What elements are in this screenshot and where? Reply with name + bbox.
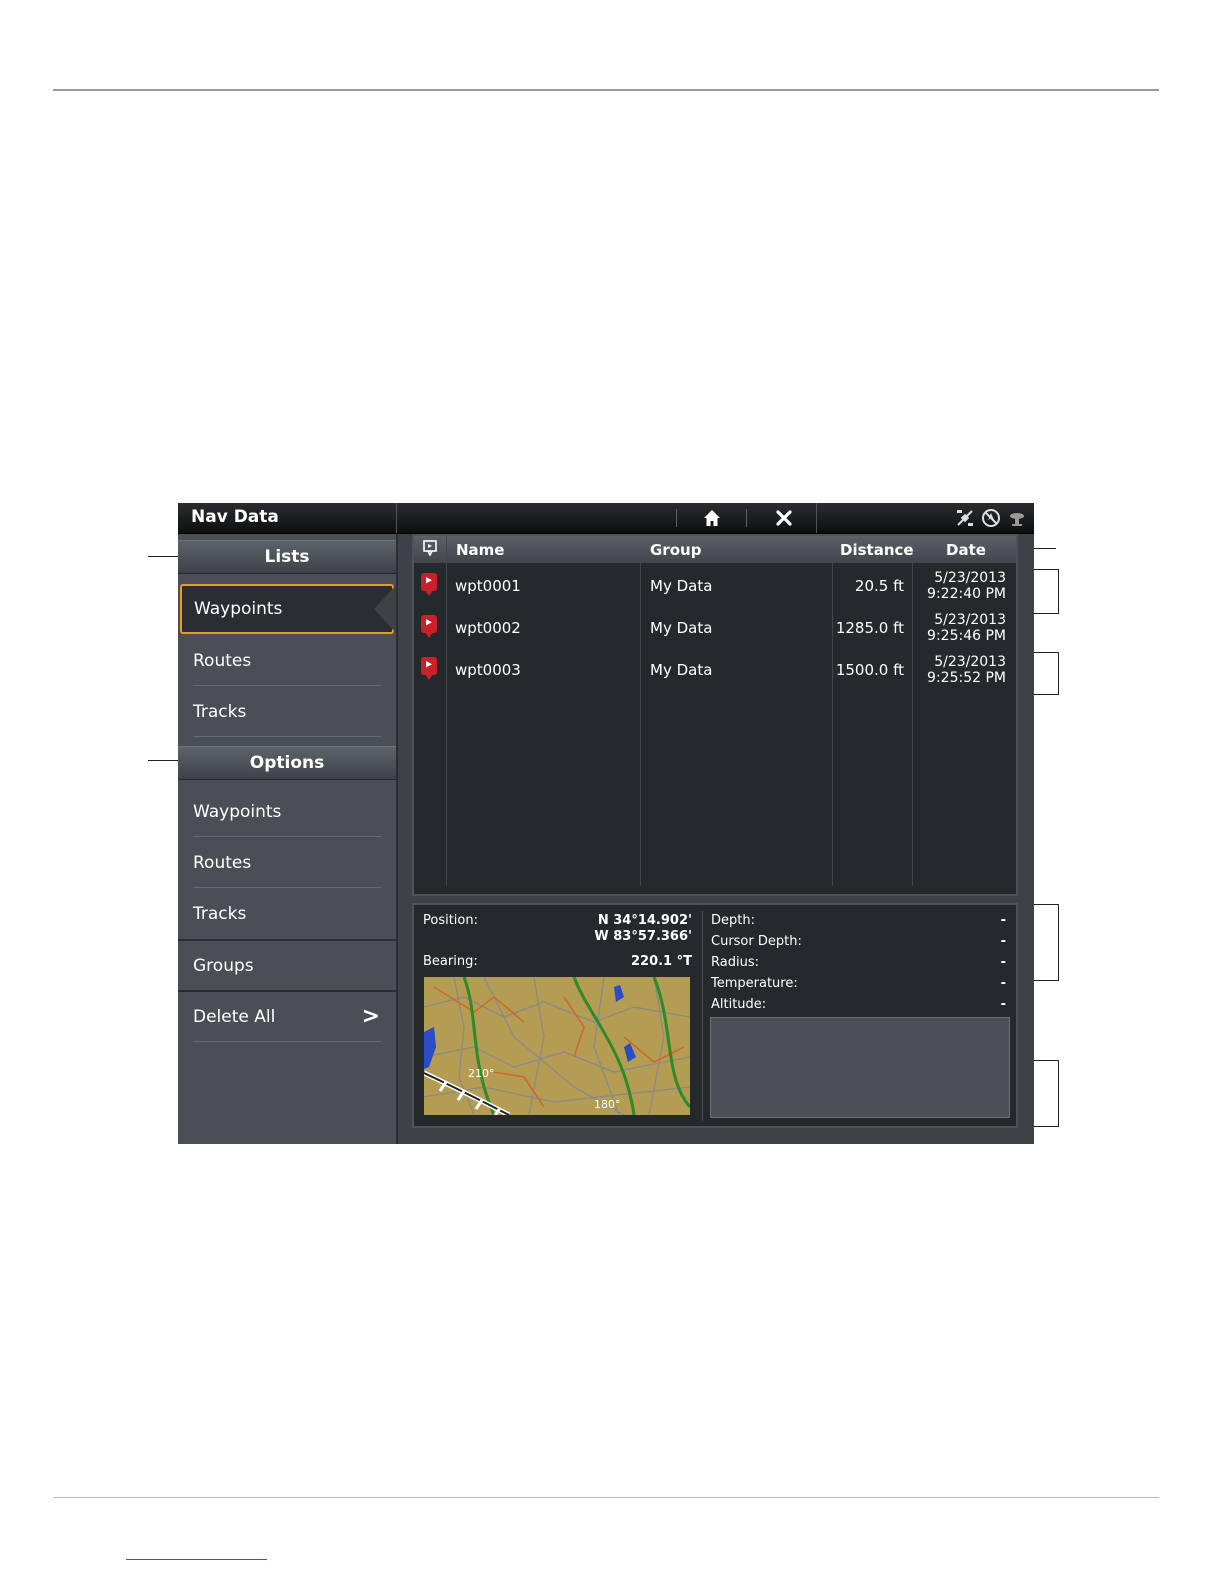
radius-label: Radius: — [711, 955, 759, 970]
position-lat-value: N 34°14.902' — [597, 913, 692, 928]
altitude-value: - — [1000, 997, 1006, 1012]
table-row[interactable]: wpt0003 My Data 1500.0 ft 5/23/2013 9:25… — [414, 650, 1016, 691]
cell-date: 5/23/2013 9:25:46 PM — [927, 612, 1006, 644]
waypoint-pin-icon — [421, 657, 437, 680]
title-bar: Nav Data — [178, 503, 1034, 534]
column-header-group[interactable]: Group — [650, 541, 701, 559]
cell-group: My Data — [650, 661, 713, 679]
options-header: Options — [178, 746, 396, 780]
table-row[interactable]: wpt0002 My Data 1285.0 ft 5/23/2013 9:25… — [414, 608, 1016, 649]
map-heading-label: 180° — [594, 1098, 621, 1111]
waypoint-pin-icon — [421, 573, 437, 596]
list-header: Name Group Distance Date — [414, 536, 1016, 563]
column-header-name[interactable]: Name — [456, 541, 504, 559]
temperature-value: - — [1000, 976, 1006, 991]
menu-divider — [193, 887, 381, 888]
menu-divider — [193, 685, 381, 686]
lists-item-waypoints[interactable]: Waypoints — [180, 584, 394, 634]
cursor-depth-value: - — [1000, 934, 1006, 949]
menu-item-label: Waypoints — [194, 599, 283, 619]
gps-icon — [954, 508, 976, 533]
menu-item-label: Waypoints — [193, 802, 282, 822]
callout-bracket-info — [1030, 904, 1059, 981]
info-divider — [702, 911, 703, 1121]
close-icon[interactable] — [772, 508, 796, 533]
date-value: 5/23/2013 — [934, 654, 1006, 670]
options-item-waypoints[interactable]: Waypoints — [178, 787, 396, 837]
cell-date: 5/23/2013 9:25:52 PM — [927, 654, 1006, 686]
menu-divider — [193, 836, 381, 837]
waypoint-pin-icon — [421, 615, 437, 638]
satellite-icon — [1006, 508, 1028, 533]
cell-name: wpt0001 — [455, 577, 521, 595]
title-divider — [396, 503, 397, 533]
chevron-right-icon: > — [361, 1004, 380, 1029]
menu-item-label: Tracks — [193, 702, 247, 722]
cell-name: wpt0003 — [455, 661, 521, 679]
callout-bracket-row1 — [1030, 569, 1059, 614]
depth-value: - — [1000, 913, 1006, 928]
menu-item-label: Routes — [193, 853, 252, 873]
nav-data-screen: Nav Data Lists Waypoints Routes Tracks O… — [178, 503, 1034, 1144]
table-row[interactable]: wpt0001 My Data 20.5 ft 5/23/2013 9:22:4… — [414, 566, 1016, 607]
lists-header: Lists — [178, 540, 396, 574]
options-item-tracks[interactable]: Tracks — [178, 889, 396, 939]
temperature-label: Temperature: — [711, 976, 798, 991]
bearing-label: Bearing: — [423, 954, 478, 969]
menu-divider — [193, 736, 381, 737]
map-graphic — [424, 977, 690, 1115]
menu-item-label: Groups — [193, 956, 254, 976]
date-value: 5/23/2013 — [934, 612, 1006, 628]
toolbar-divider — [676, 509, 677, 527]
altitude-label: Altitude: — [711, 997, 767, 1012]
waypoint-column-icon — [423, 540, 437, 560]
selection-pointer — [374, 585, 396, 633]
header-rule — [53, 89, 1159, 91]
cell-name: wpt0002 — [455, 619, 521, 637]
delete-all-item[interactable]: Delete All > — [178, 990, 396, 1042]
column-header-distance[interactable]: Distance — [840, 541, 914, 559]
depth-label: Depth: — [711, 913, 755, 928]
position-label: Position: — [423, 913, 478, 928]
menu-item-label: Tracks — [193, 904, 247, 924]
menu-divider — [193, 1041, 381, 1042]
lists-item-tracks[interactable]: Tracks — [178, 687, 396, 737]
compass-off-icon — [980, 508, 1002, 533]
waypoint-info-panel: Position: N 34°14.902' W 83°57.366' Bear… — [412, 903, 1018, 1128]
cell-distance: 1285.0 ft — [835, 619, 904, 637]
waypoint-list: Name Group Distance Date wpt0001 My Data… — [412, 534, 1018, 896]
radius-value: - — [1000, 955, 1006, 970]
date-value: 5/23/2013 — [934, 570, 1006, 586]
waypoint-map-preview[interactable]: 210° 180° — [424, 977, 690, 1115]
cell-distance: 20.5 ft — [854, 577, 904, 595]
options-item-routes[interactable]: Routes — [178, 838, 396, 888]
title-divider — [816, 503, 817, 533]
left-menu-panel: Lists Waypoints Routes Tracks Options Wa… — [178, 534, 398, 1144]
cell-distance: 1500.0 ft — [835, 661, 904, 679]
groups-item[interactable]: Groups — [178, 939, 396, 991]
cell-group: My Data — [650, 577, 713, 595]
position-lon-value: W 83°57.366' — [594, 929, 692, 944]
menu-item-label: Delete All — [193, 1007, 276, 1027]
column-header-date[interactable]: Date — [946, 541, 986, 559]
lists-item-routes[interactable]: Routes — [178, 636, 396, 686]
toolbar-divider — [746, 509, 747, 527]
cursor-depth-label: Cursor Depth: — [711, 934, 802, 949]
time-value: 9:25:52 PM — [927, 670, 1006, 686]
cell-group: My Data — [650, 619, 713, 637]
cell-date: 5/23/2013 9:22:40 PM — [927, 570, 1006, 602]
callout-bracket-row3 — [1030, 652, 1059, 695]
window-title: Nav Data — [191, 507, 279, 527]
home-icon[interactable] — [700, 508, 724, 533]
footer-rule — [53, 1497, 1159, 1498]
menu-item-label: Routes — [193, 651, 252, 671]
bearing-value: 220.1 °T — [630, 954, 692, 969]
time-value: 9:22:40 PM — [927, 586, 1006, 602]
callout-bracket-map — [1030, 1060, 1059, 1127]
footer-link-underline[interactable] — [126, 1559, 267, 1560]
map-heading-label: 210° — [468, 1067, 495, 1080]
time-value: 9:25:46 PM — [927, 628, 1006, 644]
preview-box — [710, 1017, 1010, 1118]
